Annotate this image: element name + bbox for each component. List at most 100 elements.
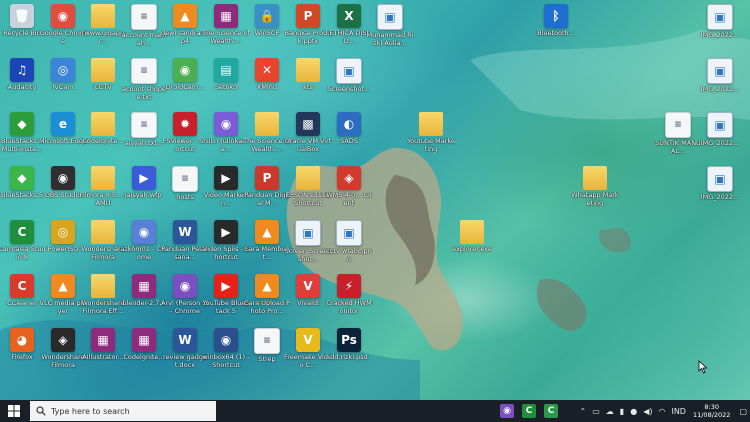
desktop-shortcut[interactable]: ▦ AIllustrator... [82, 328, 124, 362]
desktop-shortcut[interactable]: ◉ OBS Studio [43, 166, 83, 200]
desktop-shortcut[interactable]: ≡ hosts [165, 166, 205, 202]
desktop-shortcut[interactable]: V Freemake Video C... [284, 328, 332, 369]
desktop-shortcut[interactable]: ▣ Screen Screenshot... [285, 220, 331, 263]
desktop-shortcut[interactable]: ▣ IMG_2022... [700, 112, 740, 148]
desktop-shortcut[interactable]: ▤ Setoko [206, 58, 246, 92]
network-icon[interactable]: ▭ [592, 407, 600, 416]
show-hidden-icons-icon[interactable]: ⌃ [580, 407, 587, 416]
volume-icon[interactable]: ◀) [643, 407, 652, 416]
folder-icon [91, 274, 115, 298]
desktop-shortcut[interactable]: [www.gigapur... [82, 4, 124, 45]
desktop-shortcut[interactable]: C Camtasia Studio 8 [0, 220, 46, 261]
vlc-icon: ▲ [51, 274, 75, 298]
desktop-shortcut-label: dd.rizki.psd [330, 354, 368, 361]
desktop-shortcut[interactable]: ▶ Video Spiis - Shortcut [203, 220, 249, 261]
desktop-shortcut[interactable]: ♫ Audacity [2, 58, 42, 92]
desktop-shortcut[interactable]: ✕ XMind [247, 58, 287, 92]
desktop-shortcut[interactable]: Wondershare Filmora Eff... [82, 274, 124, 315]
desktop-shortcut[interactable]: 🗑 Recycle Bin [2, 4, 42, 38]
desktop-shortcut[interactable]: V Vivaldi [288, 274, 328, 308]
desktop-shortcut[interactable]: ≡ acount shopee.txt [122, 58, 166, 101]
desktop-shortcut[interactable]: ◆ BlueStacks 5 Multi-Insta... [1, 112, 43, 153]
desktop-shortcut[interactable]: Ps dd.rizki.psd [329, 328, 369, 362]
desktop-shortcut[interactable]: ◐ SADS [329, 112, 369, 146]
desktop-shortcut[interactable]: ◉ DroidCam... [165, 58, 205, 92]
desktop-shortcut[interactable]: ▲ Cara Upload Photo Pro... [244, 274, 290, 315]
desktop-shortcut[interactable]: ▲ VLC media player [40, 274, 86, 315]
system-tray: ⌃ ▭ ☁ ▮ ● ◀) ◠ IND 8:30 11/08/2022 ▢ [577, 400, 750, 422]
desktop-shortcut[interactable]: ≡ Strep [247, 328, 287, 364]
search-icon [36, 406, 46, 416]
desktop-shortcut[interactable]: ▣ IMG_2022... [700, 4, 740, 40]
desktop-shortcut[interactable]: ▶ Video Marketin... [204, 166, 248, 207]
desktop-shortcut[interactable]: ▶ YouTube BlueStack 5 [202, 274, 250, 315]
desktop-shortcut[interactable]: P Bangkai Produk.pptx [285, 4, 331, 45]
taskbar-app-button[interactable]: ◉ [496, 400, 518, 422]
desktop-shortcut-label: Bluetooth... [537, 30, 575, 37]
desktop-shortcut[interactable]: W Panduan Pelaksana... [161, 220, 209, 261]
desktop-shortcut[interactable]: ≡ aisyah.txt... [124, 112, 164, 148]
desktop-shortcut[interactable]: ≡ account mamah... [122, 4, 166, 47]
search-placeholder: Type here to search [51, 406, 130, 416]
battery-icon[interactable]: ▮ [620, 407, 624, 416]
desktop-shortcut[interactable]: P Panduan Digital M... [244, 166, 290, 207]
desktop-shortcut[interactable]: ◎ IVCam [43, 58, 83, 92]
desktop-shortcut[interactable]: Whatapp Marketing [571, 166, 619, 207]
desktop-shortcut[interactable]: ▩ Oracle VM VirtualBox [285, 112, 331, 153]
desktop-shortcut[interactable]: kts [288, 58, 328, 92]
desktop-shortcut[interactable]: ◉ azkom01 - Chrome [120, 220, 168, 261]
taskbar-search-box[interactable]: Type here to search [30, 401, 216, 421]
desktop-shortcut[interactable]: ▦ Codelgnite... [123, 328, 165, 362]
desktop-shortcut[interactable]: ◎ PowerISO [43, 220, 83, 254]
taskbar-camtasia-recorder-icon: C [544, 404, 558, 418]
desktop-shortcut[interactable]: The Science of Wealth-... [243, 112, 291, 153]
notifications-icon[interactable]: ▢ [739, 407, 747, 416]
microphone-icon[interactable]: ● [630, 407, 637, 416]
desktop-shortcut[interactable]: ≡ SUNTIK MANUAL... [655, 112, 701, 155]
desktop-shortcut[interactable]: EPSON L3110 Shortcut [286, 166, 330, 207]
language-indicator[interactable]: IND [671, 407, 686, 416]
desktop-shortcut[interactable]: 🔒 WinSCP [247, 4, 287, 38]
desktop-shortcut[interactable]: ◈ WMS 4-0... Client [326, 166, 372, 207]
desktop-shortcut[interactable]: ▶ aisyah.wfp [124, 166, 164, 200]
desktop-shortcut[interactable]: Codelgnite... [82, 112, 124, 146]
desktop-shortcut[interactable]: ▲ Cara Membuat... [244, 220, 290, 261]
desktop-shortcut[interactable]: e Microsoft Edge [39, 112, 87, 146]
desktop-shortcut[interactable]: ⚡ Cracked HWMonitor [326, 274, 372, 315]
desktop-shortcut[interactable]: ▣ cctv wtabc.png [326, 220, 372, 263]
start-button[interactable] [0, 400, 28, 422]
desktop-shortcut[interactable]: ◉ Arvi (Person 1) - Chrome [161, 274, 209, 315]
desktop-shortcut[interactable]: ▣ Screenshot... [328, 58, 370, 94]
excel-file-icon: X [337, 4, 361, 28]
desktop-shortcut[interactable]: CCTV [83, 58, 123, 92]
desktop-shortcut-label: IMG_2022... [700, 194, 740, 201]
desktop-shortcut[interactable]: Filmora 8.5... JAMU [80, 166, 126, 207]
taskbar-app-button[interactable]: C [518, 400, 540, 422]
desktop-shortcut[interactable]: ◉ Google Chrome [40, 4, 86, 45]
desktop-shortcut[interactable]: ◉ ulin (ulinkaca... [206, 112, 246, 153]
desktop-shortcut[interactable]: Wondershare Filmora [82, 220, 124, 261]
image-file-icon: ▣ [377, 4, 403, 30]
desktop-shortcut[interactable]: ▣ Muhammad Rizki Aulia... [367, 4, 414, 47]
desktop-shortcut[interactable]: Youtube Marketing [407, 112, 455, 153]
desktop-shortcut[interactable]: ◈ Wondershare Filmora [42, 328, 84, 369]
onedrive-icon[interactable]: ☁ [606, 407, 614, 416]
desktop-shortcut[interactable]: X ETHICA DISIO... [329, 4, 369, 45]
desktop-shortcut[interactable]: ✹ FSViewer - Shortcut [163, 112, 207, 153]
desktop-shortcut[interactable]: Wreview gadget.docx [163, 328, 207, 369]
desktop-shortcut[interactable]: C CCleaner [2, 274, 42, 308]
desktop-shortcut[interactable]: ▣ IMG_2022... [700, 166, 740, 202]
desktop-shortcut[interactable]: ▲ dewi sandra.mp4 [161, 4, 209, 45]
desktop-shortcut[interactable]: ◉ winbox64 (1) - Shortcut [203, 328, 249, 369]
wifi-icon[interactable]: ◠ [658, 407, 665, 416]
desktop-shortcut[interactable]: ▣ IMG_2022... [700, 58, 740, 94]
vivaldi-icon: V [296, 274, 320, 298]
desktop-shortcut[interactable]: ▦ The Science of Wealth-... [202, 4, 250, 45]
desktop-shortcut[interactable]: explorer.exe [452, 220, 492, 254]
clock[interactable]: 8:30 11/08/2022 [693, 403, 730, 419]
desktop-shortcut[interactable]: ◕ Firefox [2, 328, 42, 362]
desktop-shortcut[interactable]: ᛒ Bluetooth... [536, 4, 576, 38]
taskbar-app-button[interactable]: C [540, 400, 562, 422]
desktop-shortcut[interactable]: ▦ blender-2.7... [122, 274, 166, 308]
desktop-shortcut[interactable]: ◆ BlueStacks 5 [1, 166, 43, 200]
